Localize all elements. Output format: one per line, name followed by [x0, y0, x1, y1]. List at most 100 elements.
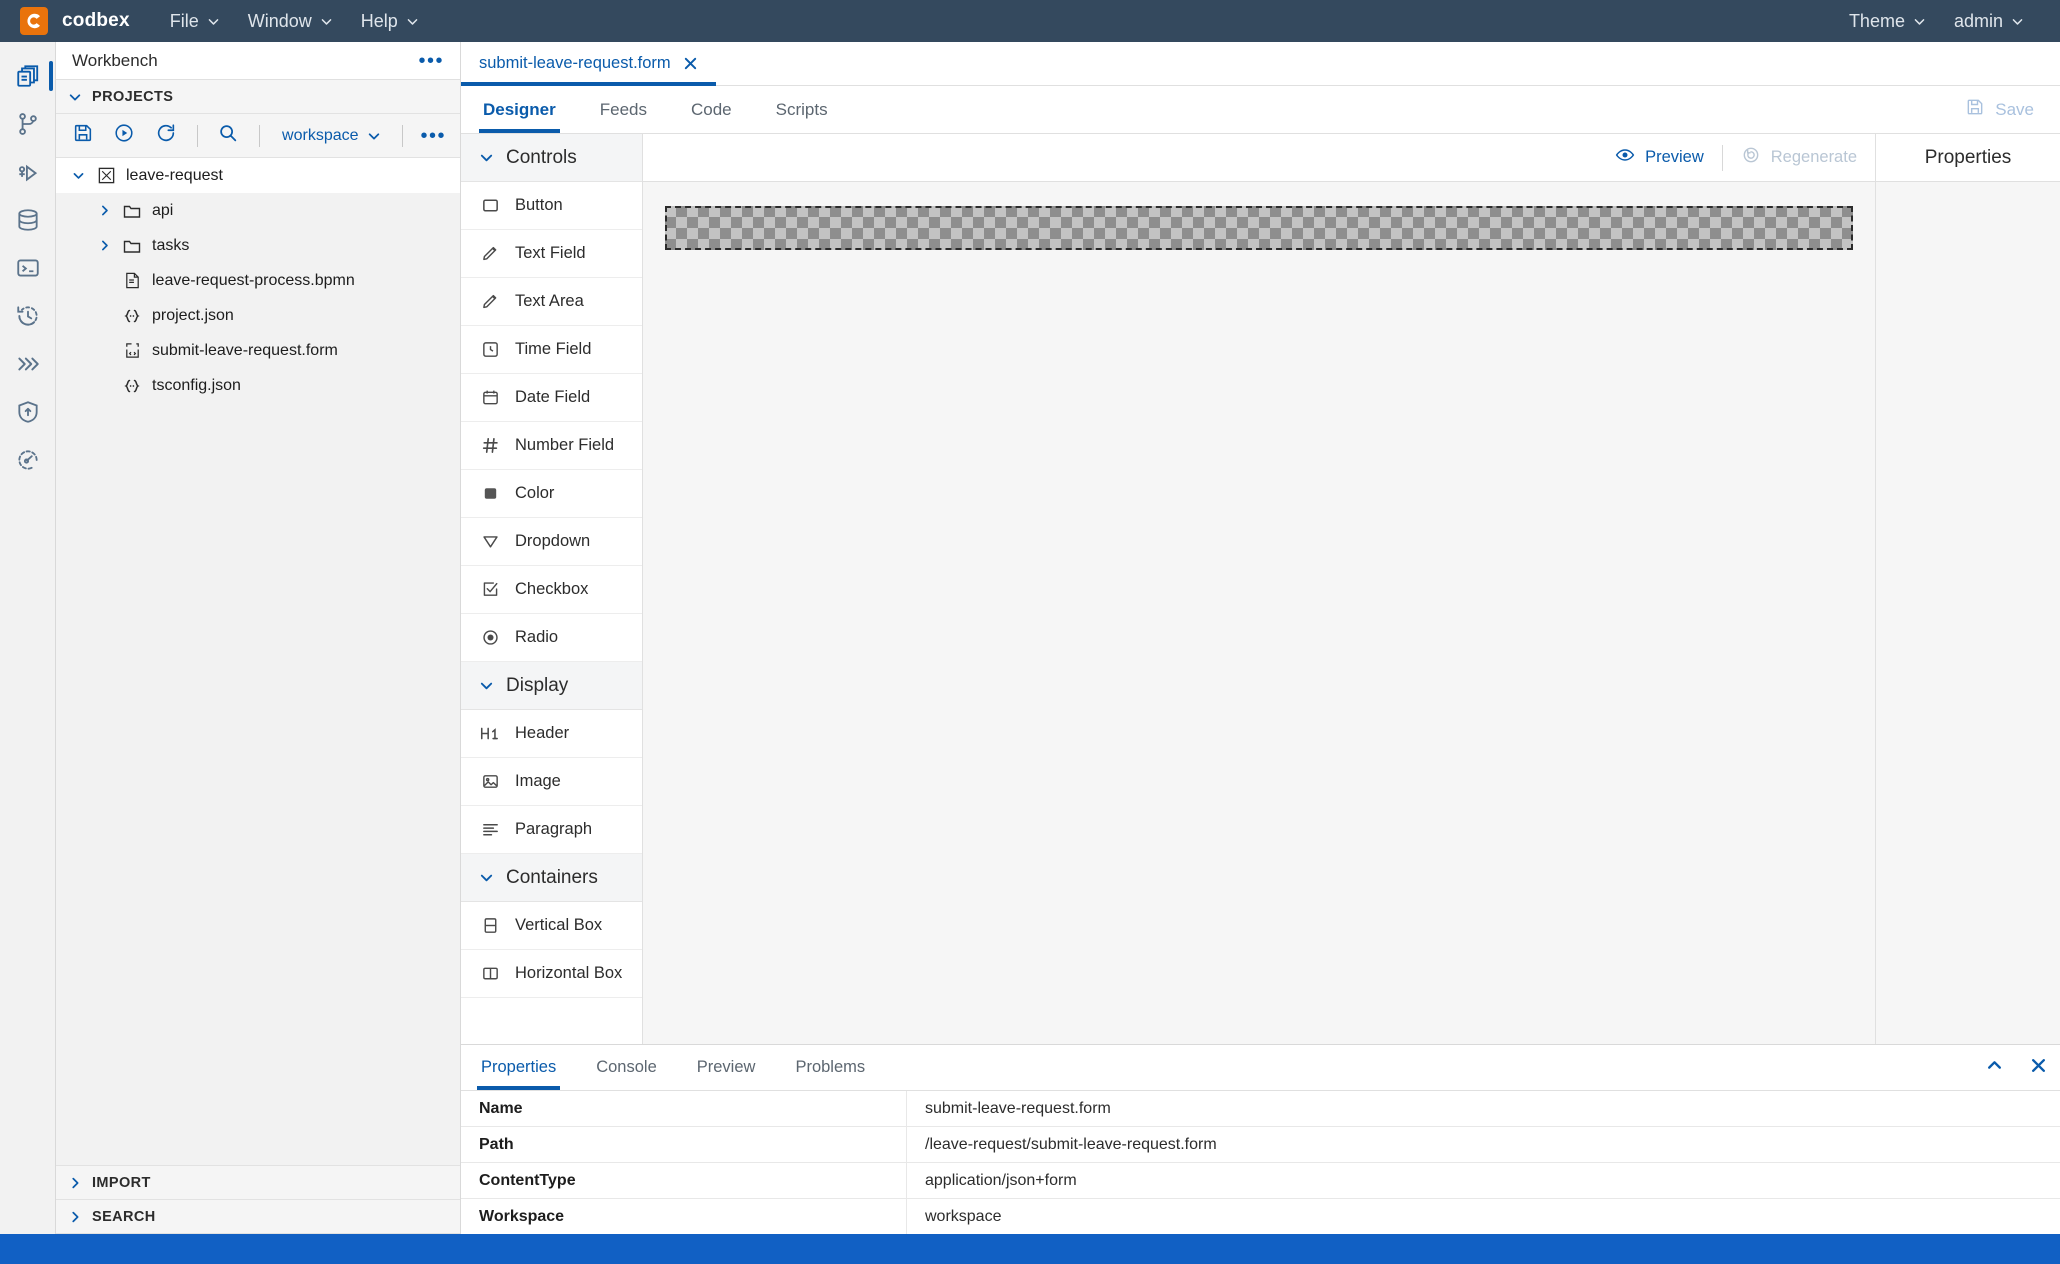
tree-item-api[interactable]: api — [56, 193, 460, 228]
explorer-more-button[interactable]: ••• — [418, 51, 444, 71]
regenerate-button[interactable]: Regenerate — [1723, 145, 1875, 170]
palette-item-date-field[interactable]: Date Field — [461, 374, 642, 422]
bottom-tab-console[interactable]: Console — [576, 1045, 677, 1090]
tab-scripts-label: Scripts — [775, 99, 828, 119]
chevron-right-icon[interactable] — [96, 204, 112, 217]
chevron-down-icon[interactable] — [70, 169, 86, 182]
tree-item-submit-leave-request-form[interactable]: submit-leave-request.form — [56, 333, 460, 368]
menu-help[interactable]: Help — [349, 5, 431, 38]
explorer-toolbar-more-button[interactable]: ••• — [415, 119, 453, 153]
palette-group-controls[interactable]: Controls — [461, 134, 642, 182]
palette-item-dropdown[interactable]: Dropdown — [461, 518, 642, 566]
tab-code[interactable]: Code — [669, 86, 754, 133]
chevron-down-icon — [68, 90, 82, 104]
explorer-toolbar: workspace ••• — [56, 114, 460, 158]
tab-designer[interactable]: Designer — [461, 86, 578, 133]
tree-item-tasks[interactable]: tasks — [56, 228, 460, 263]
property-value: /leave-request/submit-leave-request.form — [925, 1135, 1217, 1153]
designer-canvas[interactable] — [643, 182, 1875, 1044]
workspace-selector[interactable]: workspace — [272, 127, 389, 145]
search-section-header[interactable]: SEARCH — [56, 1200, 460, 1234]
chevron-down-icon — [1913, 15, 1926, 28]
bottom-tab-properties[interactable]: Properties — [461, 1045, 576, 1090]
tree-item-project-json[interactable]: project.json — [56, 298, 460, 333]
menu-user-admin[interactable]: admin — [1942, 5, 2036, 38]
palette-group-display[interactable]: Display — [461, 662, 642, 710]
chevron-right-icon — [68, 1176, 82, 1190]
gauge-icon — [15, 447, 41, 473]
rail-item-database[interactable] — [0, 196, 56, 244]
refresh-button[interactable] — [147, 119, 185, 153]
form-file-icon — [122, 341, 142, 360]
menu-file[interactable]: File — [158, 5, 232, 38]
palette-item-text-area[interactable]: Text Area — [461, 278, 642, 326]
designer-toolbar: Preview Regenerate — [643, 134, 1875, 182]
projects-section-header[interactable]: PROJECTS — [56, 80, 460, 114]
save-icon — [1965, 97, 1985, 122]
collapse-panel-button[interactable] — [1972, 1045, 2016, 1090]
flow-icon — [15, 351, 41, 377]
rail-item-security[interactable] — [0, 388, 56, 436]
form-dropzone[interactable] — [665, 206, 1853, 250]
palette-item-checkbox[interactable]: Checkbox — [461, 566, 642, 614]
search-button[interactable] — [210, 119, 248, 153]
tree-item-leave-request-process-bpmn[interactable]: leave-request-process.bpmn — [56, 263, 460, 298]
rail-item-workbench[interactable] — [0, 52, 56, 100]
import-section-header[interactable]: IMPORT — [56, 1166, 460, 1200]
git-branch-icon — [15, 111, 41, 137]
preview-button[interactable]: Preview — [1597, 145, 1722, 170]
tree-item-tsconfig-json[interactable]: tsconfig.json — [56, 368, 460, 403]
close-icon[interactable] — [683, 56, 698, 71]
button-icon — [479, 196, 501, 215]
folder-icon — [122, 236, 142, 256]
palette-item-text-field[interactable]: Text Field — [461, 230, 642, 278]
palette-filler — [461, 998, 642, 1044]
property-key: ContentType — [461, 1163, 907, 1198]
palette-item-time-field[interactable]: Time Field — [461, 326, 642, 374]
project-icon — [96, 166, 116, 185]
save-button[interactable]: Save — [1939, 86, 2060, 133]
palette-item-header[interactable]: Header — [461, 710, 642, 758]
save-all-button[interactable] — [64, 119, 102, 153]
menu-file-label: File — [169, 10, 199, 31]
rail-item-terminal[interactable] — [0, 244, 56, 292]
palette-group-label: Containers — [506, 866, 598, 888]
palette-group-containers[interactable]: Containers — [461, 854, 642, 902]
rail-item-gauge[interactable] — [0, 436, 56, 484]
menu-user-label: admin — [1953, 10, 2003, 31]
tab-scripts[interactable]: Scripts — [754, 86, 850, 133]
table-row: ContentType application/json+form — [461, 1163, 2060, 1199]
palette-item-paragraph[interactable]: Paragraph — [461, 806, 642, 854]
tab-designer-label: Designer — [483, 99, 556, 119]
rail-item-debugger[interactable] — [0, 148, 56, 196]
menu-theme[interactable]: Theme — [1837, 5, 1938, 38]
palette-item-horizontal-box[interactable]: Horizontal Box — [461, 950, 642, 998]
palette-item-vertical-box[interactable]: Vertical Box — [461, 902, 642, 950]
bottom-tab-preview[interactable]: Preview — [677, 1045, 776, 1090]
palette-item-image[interactable]: Image — [461, 758, 642, 806]
palette-item-number-field[interactable]: Number Field — [461, 422, 642, 470]
search-section-label: SEARCH — [92, 1208, 156, 1225]
close-panel-button[interactable] — [2016, 1045, 2060, 1090]
tab-feeds[interactable]: Feeds — [578, 86, 669, 133]
bottom-tab-problems[interactable]: Problems — [775, 1045, 885, 1090]
rail-item-flow[interactable] — [0, 340, 56, 388]
tree-item-leave-request[interactable]: leave-request — [56, 158, 460, 193]
palette-item-color[interactable]: Color — [461, 470, 642, 518]
palette-item-radio[interactable]: Radio — [461, 614, 642, 662]
palette-item-label: Text Area — [515, 292, 584, 310]
rail-item-git[interactable] — [0, 100, 56, 148]
palette-item-button[interactable]: Button — [461, 182, 642, 230]
editor-tab-submit-leave-request-form[interactable]: submit-leave-request.form — [461, 42, 716, 86]
menu-window[interactable]: Window — [236, 5, 345, 38]
chevron-down-icon — [2011, 15, 2024, 28]
calendar-icon — [479, 388, 501, 407]
rail-item-history[interactable] — [0, 292, 56, 340]
folder-icon — [122, 201, 142, 221]
tree-item-label: submit-leave-request.form — [152, 341, 338, 359]
chevron-right-icon[interactable] — [96, 239, 112, 252]
import-section-label: IMPORT — [92, 1174, 151, 1191]
publish-run-button[interactable] — [106, 119, 144, 153]
palette-item-label: Checkbox — [515, 580, 589, 598]
property-key: Name — [461, 1091, 907, 1126]
